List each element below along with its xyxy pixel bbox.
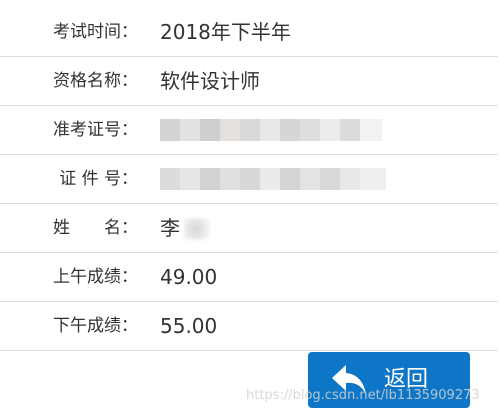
afternoon-score-value: 55.00 xyxy=(160,314,218,338)
exam-time-label: 考试时间： xyxy=(53,22,138,42)
row-afternoon-score: 下午成绩： 55.00 xyxy=(0,302,498,351)
name-value: 李 xyxy=(160,216,180,240)
ticket-number-redaction xyxy=(160,119,382,141)
id-number-redaction xyxy=(160,168,386,190)
morning-score-value: 49.00 xyxy=(160,265,218,289)
name-redaction xyxy=(184,218,210,240)
qualification-label: 资格名称： xyxy=(53,71,138,91)
row-qualification: 资格名称： 软件设计师 xyxy=(0,57,498,106)
qualification-value: 软件设计师 xyxy=(160,69,260,93)
row-ticket-number: 准考证号： xyxy=(0,106,498,155)
row-exam-time: 考试时间： 2018年下半年 xyxy=(0,8,498,57)
row-morning-score: 上午成绩： 49.00 xyxy=(0,253,498,302)
score-result-table: 考试时间： 2018年下半年 资格名称： 软件设计师 准考证号： 证 件 号： xyxy=(0,8,498,351)
row-name: 姓 名： 李 xyxy=(0,204,498,253)
id-number-label: 证 件 号： xyxy=(59,169,138,189)
morning-score-label: 上午成绩： xyxy=(53,267,138,287)
name-label: 姓 名： xyxy=(53,218,138,238)
ticket-number-label: 准考证号： xyxy=(53,120,138,140)
watermark: https://blog.csdn.net/lb1135909273 xyxy=(246,388,480,403)
afternoon-score-label: 下午成绩： xyxy=(53,316,138,336)
exam-time-value: 2018年下半年 xyxy=(160,20,291,44)
row-id-number: 证 件 号： xyxy=(0,155,498,204)
